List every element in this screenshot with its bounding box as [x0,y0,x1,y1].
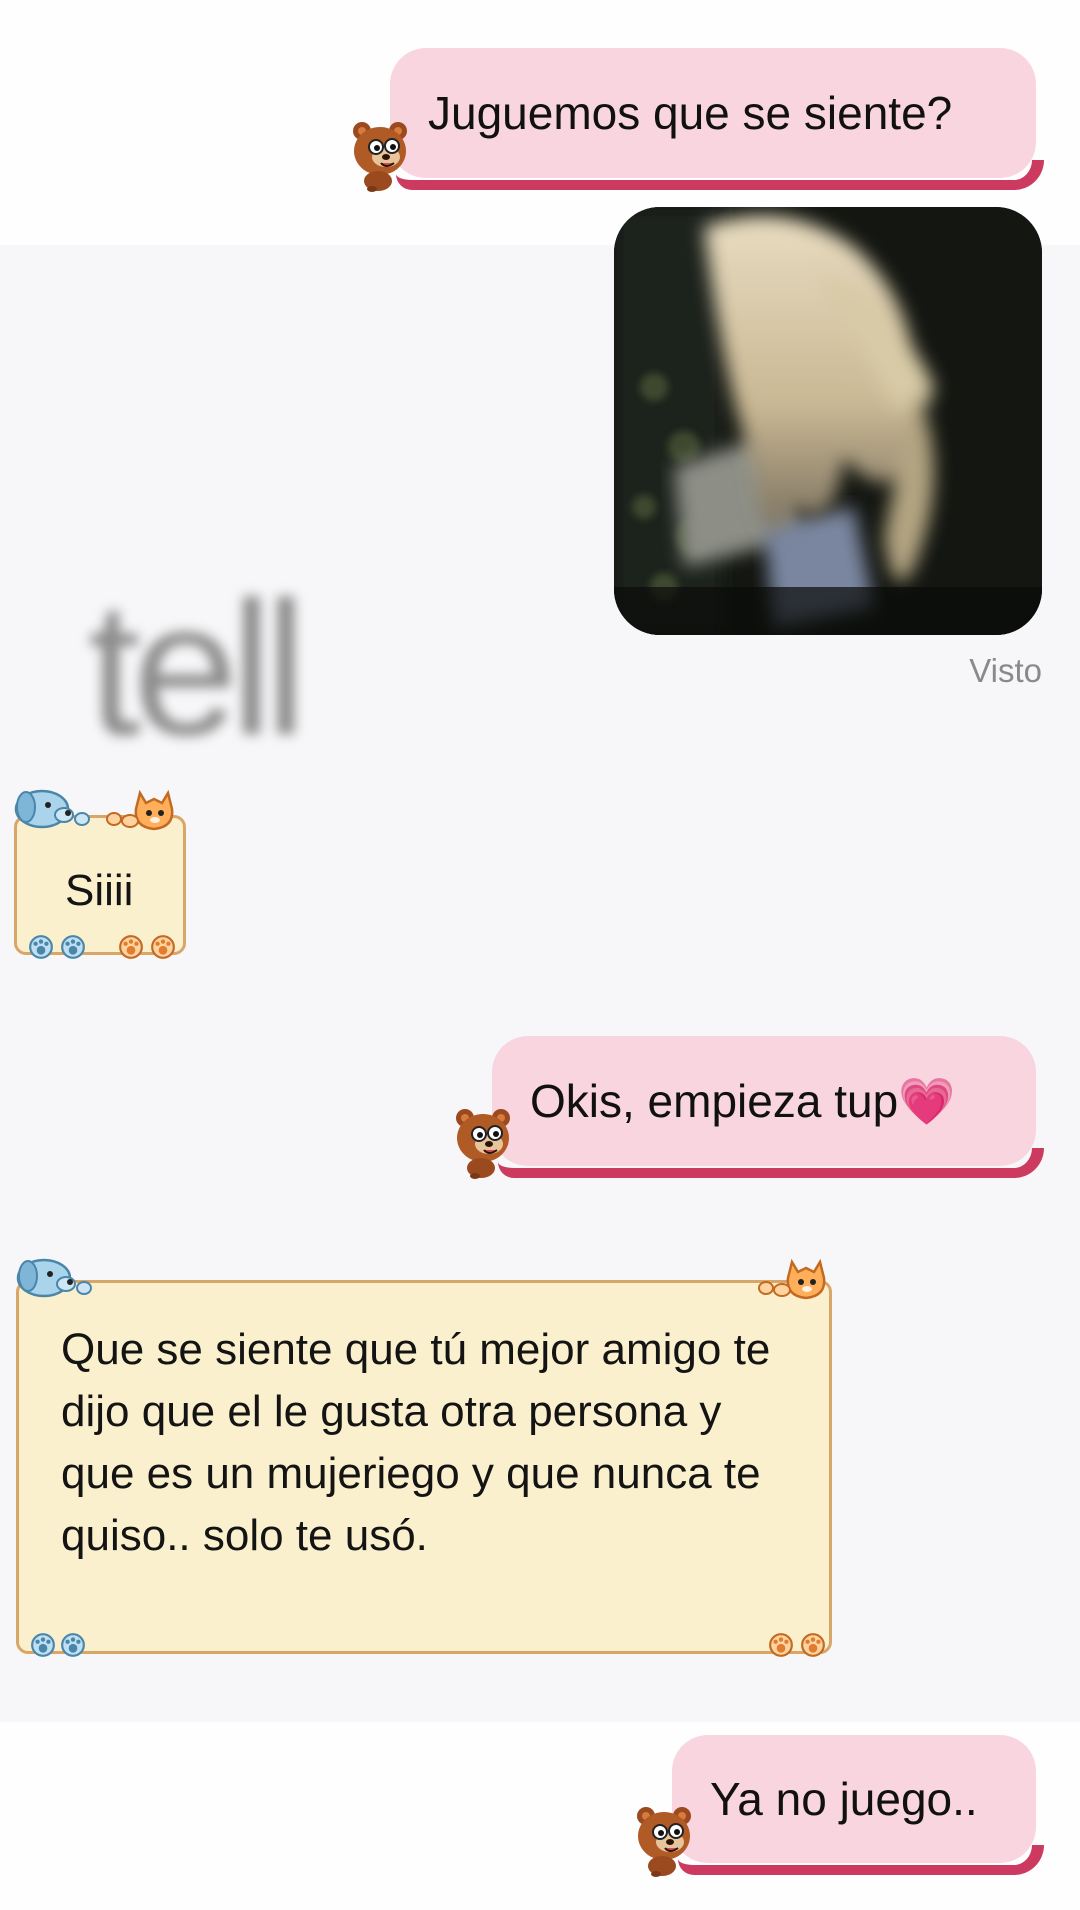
bear-icon [632,1802,696,1878]
paw-icon [60,934,86,960]
cat-icon [756,1256,836,1300]
bear-icon [451,1104,515,1180]
paw-icon [60,1632,86,1658]
paw-icon [30,1632,56,1658]
message-text: Ya no juego.. [710,1773,978,1825]
paw-icon [150,934,176,960]
message-text: Que se siente que tú mejor amigo te dijo… [61,1325,771,1560]
dog-icon [12,785,92,829]
message-text: Juguemos que se siente? [428,87,953,139]
message-text: Siiii [65,866,134,915]
photo-image [614,207,1042,635]
bubble-underline [396,160,1044,190]
dog-icon [14,1254,94,1298]
sent-message-bubble[interactable]: Okis, empieza tup💗 [492,1036,1044,1178]
seen-status: Visto [969,652,1042,689]
bubble-underline [498,1148,1044,1178]
photo-message[interactable] [614,207,1042,635]
watermark-text: tell [88,563,307,775]
cat-icon [104,787,184,831]
bubble-underline [678,1845,1044,1875]
paw-icon [28,934,54,960]
sent-message-bubble[interactable]: Ya no juego.. [672,1735,1044,1875]
sent-message-bubble[interactable]: Juguemos que se siente? [390,48,1044,190]
bear-icon [348,117,412,193]
paw-icon [118,934,144,960]
paw-icon [768,1632,794,1658]
paw-icon [800,1632,826,1658]
message-text: Okis, empieza tup💗 [530,1075,956,1127]
received-message-bubble[interactable]: Que se siente que tú mejor amigo te dijo… [16,1280,832,1654]
